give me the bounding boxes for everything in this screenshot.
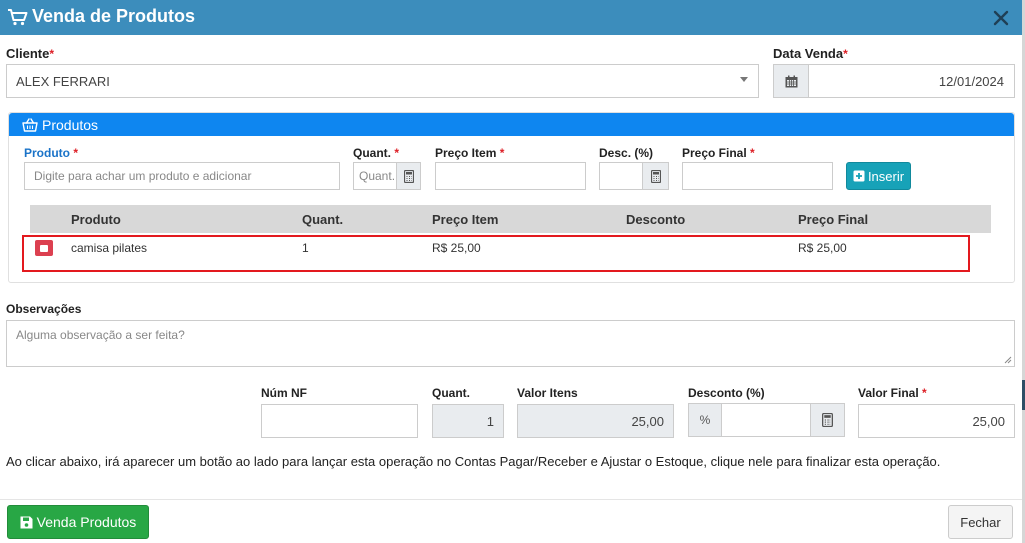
- venda-produtos-button[interactable]: Venda Produtos: [7, 505, 149, 539]
- total-quant-field: 1: [432, 404, 504, 438]
- preco-final-input[interactable]: [682, 162, 833, 190]
- cliente-select[interactable]: ALEX FERRARI: [6, 64, 759, 98]
- cliente-value: ALEX FERRARI: [16, 73, 110, 89]
- total-quant-value: 1: [486, 413, 494, 429]
- produtos-panel-title: Produtos: [42, 116, 99, 133]
- quant-placeholder: Quant.: [359, 169, 396, 183]
- fechar-button[interactable]: Fechar: [948, 505, 1013, 539]
- valor-itens-label: Valor Itens: [517, 386, 578, 400]
- calendar-button[interactable]: [773, 64, 809, 98]
- produtos-table-header: Produto Quant. Preço Item Desconto Preço…: [30, 205, 991, 233]
- col-desconto: Desconto: [626, 212, 686, 227]
- observacoes-label: Observações: [6, 302, 82, 316]
- calendar-icon: [785, 75, 797, 87]
- total-quant-label: Quant.: [432, 386, 470, 400]
- cliente-label: Cliente*: [6, 46, 55, 61]
- preco-final-label: Preço Final *: [682, 146, 755, 160]
- row-preco-final: R$ 25,00: [798, 241, 847, 255]
- save-icon: [20, 516, 33, 528]
- modal-title-text: Venda de Produtos: [32, 6, 196, 26]
- desconto-total-label: Desconto (%): [688, 386, 765, 400]
- produtos-panel-header: Produtos: [9, 113, 1014, 136]
- inserir-button-label: Inserir: [867, 168, 905, 184]
- percent-addon: %: [688, 403, 722, 437]
- desconto-calculator-button[interactable]: [810, 403, 845, 437]
- calculator-icon: [403, 169, 414, 183]
- calculator-icon: [650, 169, 661, 183]
- valor-itens-field: 25,00: [517, 404, 674, 438]
- col-preco-item: Preço Item: [432, 212, 499, 227]
- quant-calculator-button[interactable]: [396, 162, 421, 190]
- preco-item-label: Preço Item *: [435, 146, 505, 160]
- percent-sign: %: [699, 413, 711, 427]
- basket-icon: [22, 117, 38, 132]
- inserir-button[interactable]: Inserir: [846, 162, 911, 190]
- venda-produtos-label: Venda Produtos: [36, 514, 137, 530]
- chevron-down-icon: [740, 77, 748, 82]
- resize-grip-icon[interactable]: [1004, 356, 1012, 364]
- minus-square-icon: [40, 244, 48, 252]
- data-venda-value: 12/01/2024: [938, 73, 1004, 89]
- valor-itens-value: 25,00: [631, 413, 664, 429]
- desc-label: Desc. (%): [599, 146, 654, 160]
- row-produto: camisa pilates: [71, 241, 148, 255]
- observacoes-placeholder: Alguma observação a ser feita?: [16, 328, 185, 342]
- close-icon[interactable]: [992, 9, 1010, 27]
- col-quant: Quant.: [302, 212, 344, 227]
- modal-header: Venda de Produtos: [0, 0, 1022, 35]
- footer-divider: [0, 499, 1022, 500]
- fechar-label: Fechar: [960, 514, 1001, 530]
- produto-search-input[interactable]: Digite para achar um produto e adicionar: [24, 162, 340, 190]
- col-produto: Produto: [71, 212, 121, 227]
- desconto-total-input[interactable]: [721, 403, 811, 437]
- valor-final-value: 25,00: [972, 413, 1005, 429]
- valor-final-input[interactable]: 25,00: [858, 404, 1015, 438]
- data-venda-input[interactable]: 12/01/2024: [808, 64, 1015, 98]
- data-venda-label: Data Venda*: [773, 46, 848, 61]
- col-preco-final: Preço Final: [798, 212, 869, 227]
- remove-item-button[interactable]: [35, 240, 53, 256]
- produto-label: Produto *: [24, 146, 79, 160]
- num-nf-input[interactable]: [261, 404, 418, 438]
- desc-calculator-button[interactable]: [642, 162, 669, 190]
- num-nf-label: Núm NF: [261, 386, 307, 400]
- plus-square-icon: [853, 170, 865, 182]
- desc-input[interactable]: [599, 162, 643, 190]
- produto-placeholder: Digite para achar um produto e adicionar: [34, 169, 252, 183]
- observacoes-textarea[interactable]: Alguma observação a ser feita?: [6, 320, 1015, 367]
- cart-icon: [8, 8, 28, 25]
- valor-final-label: Valor Final *: [858, 386, 927, 400]
- info-text: Ao clicar abaixo, irá aparecer um botão …: [6, 454, 941, 469]
- quant-input[interactable]: Quant.: [353, 162, 397, 190]
- row-quant: 1: [302, 241, 309, 255]
- quant-label: Quant. *: [353, 146, 400, 160]
- modal-title: Venda de Produtos: [7, 6, 195, 27]
- preco-item-input[interactable]: [435, 162, 586, 190]
- calculator-icon: [822, 413, 833, 427]
- row-preco-item: R$ 25,00: [432, 241, 481, 255]
